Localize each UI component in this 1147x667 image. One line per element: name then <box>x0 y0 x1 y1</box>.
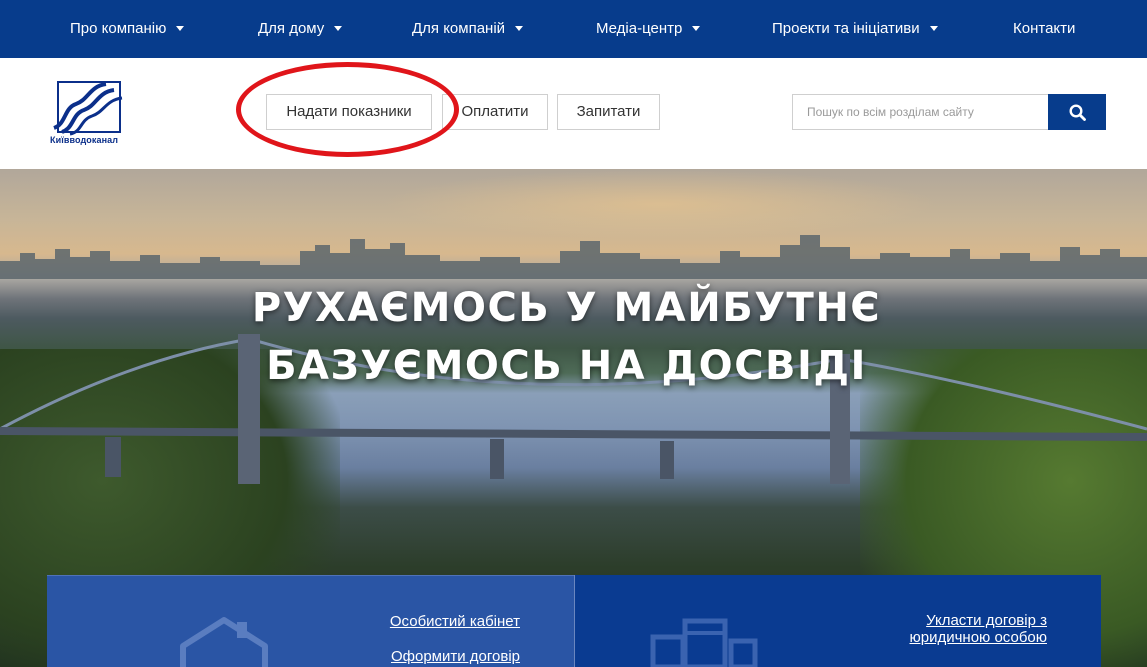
pay-button[interactable]: Оплатити <box>442 94 548 130</box>
home-card: Особистий кабінет Оформити договір <box>47 575 574 667</box>
sky-glow <box>380 169 940 239</box>
hero-title: РУХАЄМОСЬ У МАЙБУТНЄ БАЗУЄМОСЬ НА ДОСВІД… <box>0 279 1133 395</box>
nav-item-label: Про компанію <box>70 20 167 37</box>
header-bar: Київводоканал Надати показники Оплатити … <box>0 58 1147 169</box>
nav-item-label: Медіа-центр <box>596 20 683 37</box>
search-button[interactable] <box>1048 94 1106 130</box>
company-logo[interactable]: Київводоканал <box>50 78 126 148</box>
legal-entity-contract-link[interactable]: Укласти договір з юридичною особою <box>875 612 1048 646</box>
nav-item-label: Контакти <box>1013 20 1076 37</box>
caret-down-icon <box>929 25 938 31</box>
nav-item-label: Для дому <box>258 20 325 37</box>
caret-down-icon <box>334 25 343 31</box>
nav-item-media-center[interactable]: Медіа-центр <box>596 0 701 58</box>
nav-item-label: Для компаній <box>412 20 506 37</box>
nav-item-label: Проекти та ініціативи <box>772 20 920 37</box>
personal-account-link[interactable]: Особистий кабінет <box>367 613 520 630</box>
caret-down-icon <box>692 25 701 31</box>
nav-item-for-home[interactable]: Для дому <box>258 0 343 58</box>
nav-item-about[interactable]: Про компанію <box>70 0 185 58</box>
top-navigation: Про компанію Для дому Для компаній Медіа… <box>0 0 1147 58</box>
caret-down-icon <box>515 25 524 31</box>
factory-icon <box>650 618 758 667</box>
city-skyline <box>0 235 1147 279</box>
nav-item-projects[interactable]: Проекти та ініціативи <box>772 0 938 58</box>
hero-title-line-2: БАЗУЄМОСЬ НА ДОСВІДІ <box>266 343 867 389</box>
submit-readings-button[interactable]: Надати показники <box>266 94 432 130</box>
create-contract-link[interactable]: Оформити договір <box>367 648 520 665</box>
site-search-input[interactable] <box>792 94 1049 130</box>
ask-button[interactable]: Запитати <box>557 94 660 130</box>
nav-item-contacts[interactable]: Контакти <box>1013 0 1075 58</box>
business-card: Укласти договір з юридичною особою <box>574 575 1101 667</box>
caret-down-icon <box>176 25 185 31</box>
logo-text: Київводоканал <box>50 135 119 145</box>
nav-item-for-companies[interactable]: Для компаній <box>412 0 524 58</box>
hero-title-line-1: РУХАЄМОСЬ У МАЙБУТНЄ <box>251 285 882 331</box>
search-icon <box>1069 104 1086 121</box>
house-icon <box>180 617 268 667</box>
logo-icon <box>53 81 123 136</box>
